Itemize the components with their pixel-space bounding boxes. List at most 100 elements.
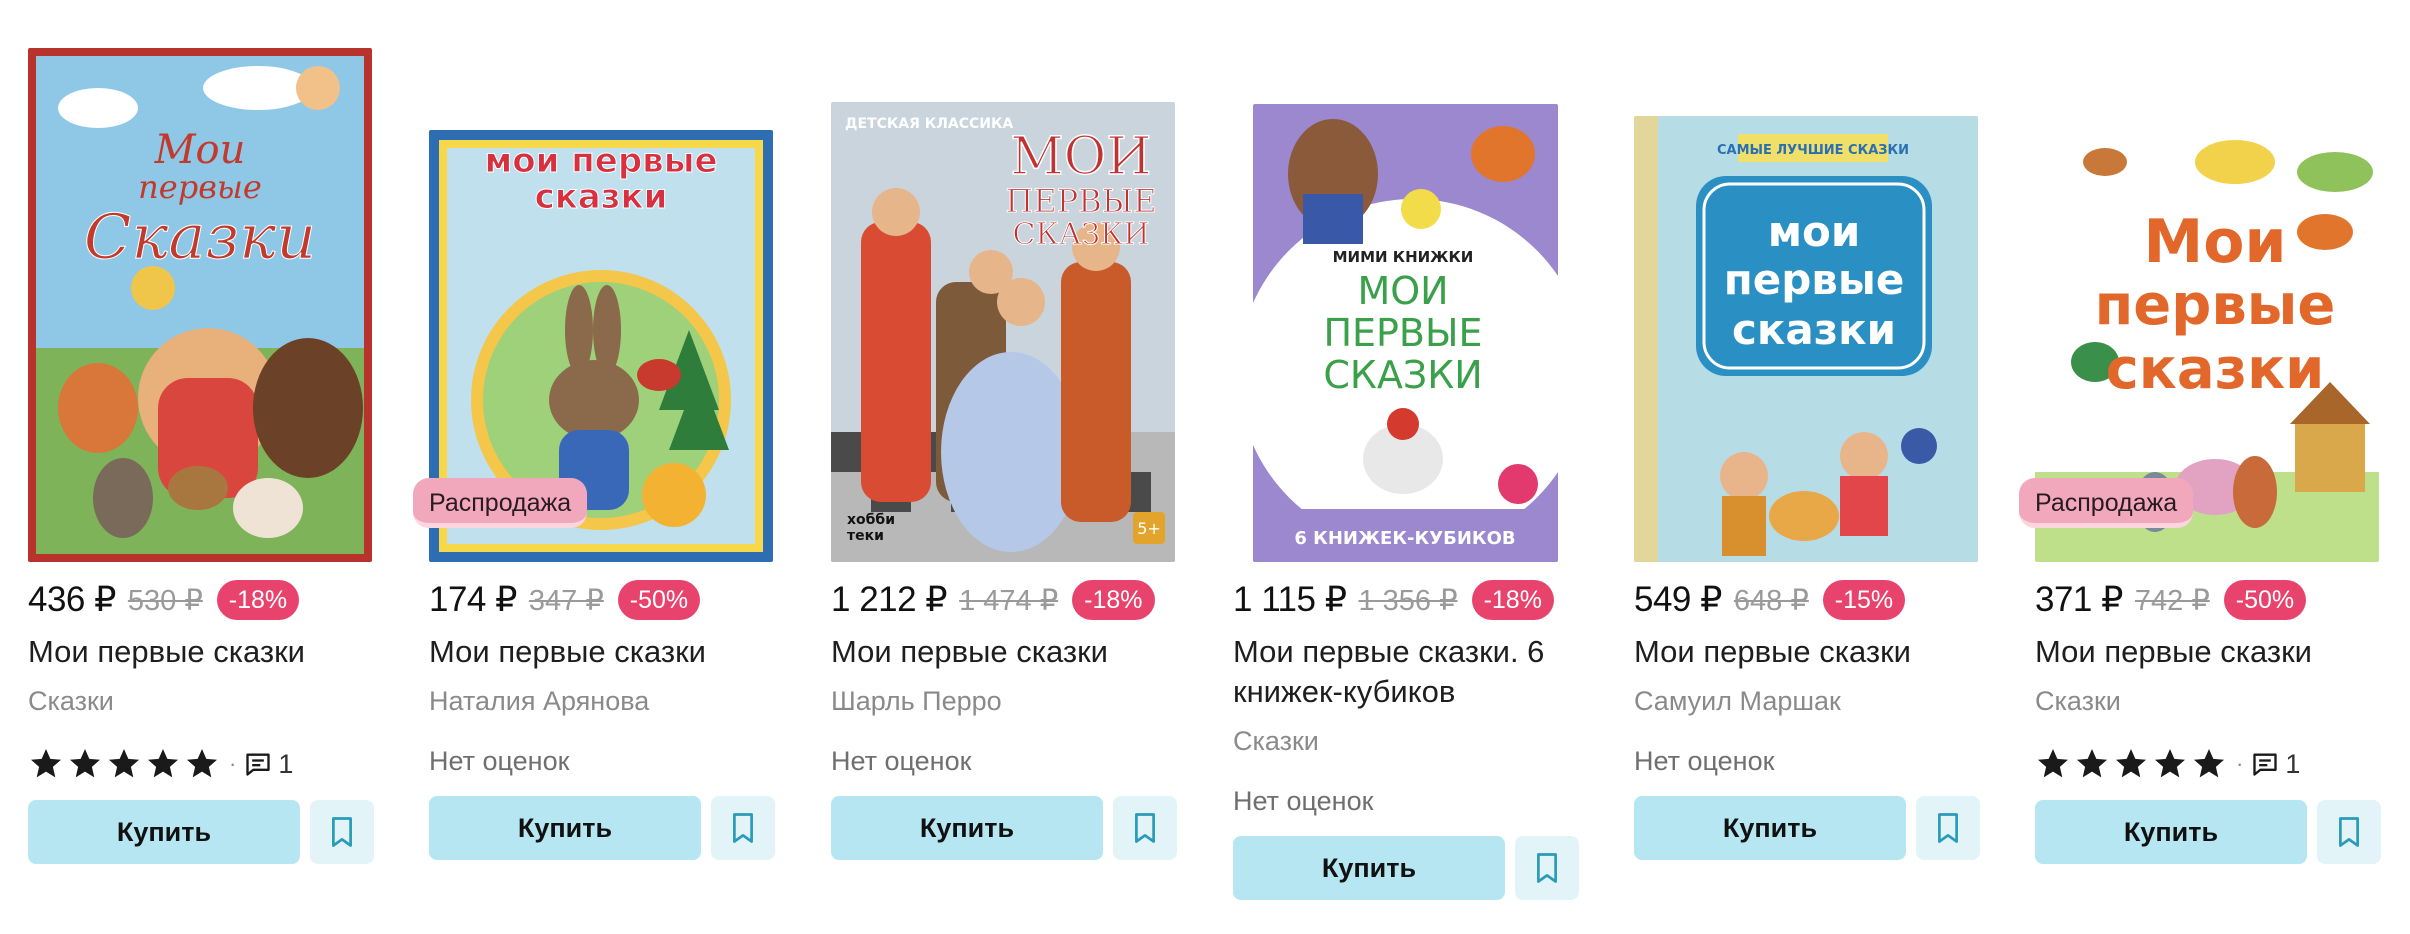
discount-badge: -18% [216,580,300,620]
rating-stars [2035,746,2230,782]
current-price: 1 115 ₽ [1233,580,1347,619]
old-price: 347 ₽ [528,584,604,617]
comment-icon [244,750,272,778]
buy-button[interactable]: Купить [2035,800,2307,864]
svg-text:МОИ: МОИ [1010,127,1151,187]
star-icon [2152,746,2188,782]
svg-text:5+: 5+ [1137,519,1161,538]
svg-text:мои первые: мои первые [484,141,717,181]
product-title[interactable]: Мои первые сказки. 6 книжек-кубиков [1233,632,1577,712]
bookmark-icon [1938,813,1958,843]
rating[interactable]: · 1 [28,744,293,784]
cover-illustration: САМЫЕ ЛУЧШИЕ СКАЗКИ мои первые сказки [1634,116,1978,562]
star-icon [2074,746,2110,782]
star-icon [67,746,103,782]
bookmark-icon [1537,853,1557,883]
product-title[interactable]: Мои первые сказки [1634,632,1978,672]
book-cover[interactable]: МИМИ КНИЖКИ МОИ ПЕРВЫЕ СКАЗКИ 6 КНИЖЕК-К… [1253,104,1558,562]
svg-text:сказки: сказки [1732,305,1896,354]
old-price: 648 ₽ [1733,584,1809,617]
star-icon [2113,746,2149,782]
no-rating-label: Нет оценок [1233,786,1374,816]
sale-badge: Распродажа [413,478,588,528]
review-count: 1 [278,748,294,779]
rating[interactable]: · 1 [2035,744,2300,784]
book-cover[interactable]: Мои первые Сказки [28,48,372,562]
rating-stars [28,746,223,782]
bookmark-button[interactable] [2317,800,2381,864]
separator-dot: · [229,751,237,776]
product-subtitle[interactable]: Наталия Арянова [429,686,649,717]
product-title[interactable]: Мои первые сказки [831,632,1175,672]
comment-icon [2251,750,2279,778]
price-row: 174 ₽ 347 ₽ -50% [429,572,701,628]
cover-illustration: ДЕТСКАЯ КЛАССИКА МОИ ПЕРВЫЕ СКАЗКИ 5+ хо… [831,102,1175,562]
bookmark-icon [1135,813,1155,843]
star-icon [145,746,181,782]
buy-button[interactable]: Купить [1233,836,1505,900]
svg-text:ПЕРВЫЕ: ПЕРВЫЕ [1323,311,1482,355]
star-icon [2191,746,2227,782]
product-title[interactable]: Мои первые сказки [429,632,773,672]
price-row: 1 115 ₽ 1 356 ₽ -18% [1233,572,1554,628]
product-subtitle[interactable]: Шарль Перро [831,686,1002,717]
svg-text:МОИ: МОИ [1357,269,1448,313]
product-title[interactable]: Мои первые сказки [2035,632,2379,672]
bookmark-icon [332,817,352,847]
svg-text:первые: первые [2095,273,2336,338]
price-row: 371 ₽ 742 ₽ -50% [2035,572,2307,628]
review-count: 1 [2285,748,2301,779]
svg-text:мои: мои [1768,207,1861,256]
svg-text:ПЕРВЫЕ: ПЕРВЫЕ [1005,182,1156,220]
bookmark-button[interactable] [1515,836,1579,900]
current-price: 1 212 ₽ [831,580,948,619]
separator-dot: · [2236,751,2244,776]
current-price: 371 ₽ [2035,580,2123,619]
svg-text:сказки: сказки [2106,337,2325,402]
old-price: 530 ₽ [127,584,203,617]
old-price: 742 ₽ [2134,584,2210,617]
star-icon [184,746,220,782]
no-rating-label: Нет оценок [831,746,972,776]
current-price: 436 ₽ [28,580,116,619]
discount-badge: -18% [1072,580,1155,620]
svg-text:Мои: Мои [2144,207,2287,277]
product-subtitle[interactable]: Самуил Маршак [1634,686,1841,717]
price-row: 549 ₽ 648 ₽ -15% [1634,572,1906,628]
svg-text:первые: первые [1724,255,1905,304]
buy-button[interactable]: Купить [28,800,300,864]
product-subtitle[interactable]: Сказки [2035,686,2121,717]
book-cover[interactable]: САМЫЕ ЛУЧШИЕ СКАЗКИ мои первые сказки [1634,116,1978,562]
old-price: 1 356 ₽ [1358,584,1458,617]
price-row: 1 212 ₽ 1 474 ₽ -18% [831,572,1155,628]
bookmark-button[interactable] [310,800,374,864]
price-row: 436 ₽ 530 ₽ -18% [28,572,300,628]
buy-button[interactable]: Купить [831,796,1103,860]
bookmark-button[interactable] [1113,796,1177,860]
buy-button[interactable]: Купить [429,796,701,860]
discount-badge: -18% [1471,580,1554,620]
bookmark-button[interactable] [711,796,775,860]
cover-title-line1: Мои [154,127,246,173]
book-cover[interactable]: ДЕТСКАЯ КЛАССИКА МОИ ПЕРВЫЕ СКАЗКИ 5+ хо… [831,102,1175,562]
svg-text:Сказки: Сказки [84,200,316,273]
bookmark-icon [2339,817,2359,847]
svg-text:СКАЗКИ: СКАЗКИ [1013,217,1150,252]
buy-button[interactable]: Купить [1634,796,1906,860]
current-price: 174 ₽ [429,580,517,619]
cover-illustration: МИМИ КНИЖКИ МОИ ПЕРВЫЕ СКАЗКИ 6 КНИЖЕК-К… [1253,104,1558,562]
old-price: 1 474 ₽ [959,584,1059,617]
star-icon [2035,746,2071,782]
product-title[interactable]: Мои первые сказки [28,632,372,672]
cover-series: ДЕТСКАЯ КЛАССИКА [845,116,1013,132]
svg-text:СКАЗКИ: СКАЗКИ [1323,353,1482,397]
cover-series: САМЫЕ ЛУЧШИЕ СКАЗКИ [1717,143,1909,158]
product-subtitle[interactable]: Сказки [1233,726,1319,757]
cover-series: МИМИ КНИЖКИ [1333,248,1474,266]
bookmark-button[interactable] [1916,796,1980,860]
discount-badge: -50% [617,580,701,620]
no-rating-label: Нет оценок [429,746,570,776]
svg-text:теки: теки [847,528,884,544]
product-subtitle[interactable]: Сказки [28,686,114,717]
svg-text:хобби: хобби [847,512,895,528]
